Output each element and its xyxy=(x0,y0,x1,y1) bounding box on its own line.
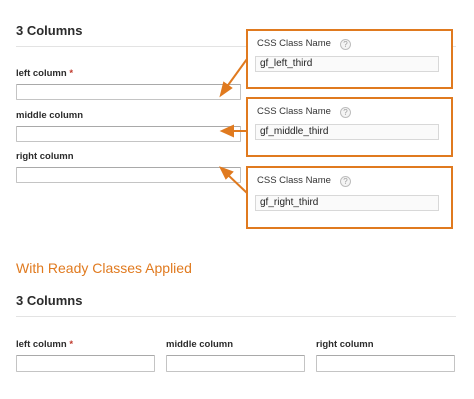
css-class-name-label: CSS Class Name xyxy=(257,175,331,186)
left-column-input[interactable] xyxy=(16,355,155,372)
field-label-left-column: left column * xyxy=(16,339,73,350)
help-icon[interactable]: ? xyxy=(340,176,351,187)
arrow-line-right xyxy=(226,173,248,194)
help-icon[interactable]: ? xyxy=(340,39,351,50)
css-class-name-input[interactable]: gf_right_third xyxy=(255,195,439,211)
ready-classes-heading: With Ready Classes Applied xyxy=(16,260,192,276)
arrow-head-middle xyxy=(219,124,234,138)
section-title: 3 Columns xyxy=(16,293,83,308)
css-class-name-input[interactable]: gf_left_third xyxy=(255,56,439,72)
css-class-callout-middle: CSS Class Name ? gf_middle_third xyxy=(246,97,453,157)
arrow-line-left xyxy=(225,58,248,89)
css-class-name-label: CSS Class Name xyxy=(257,38,331,49)
middle-column-input[interactable] xyxy=(166,355,305,372)
css-class-name-input[interactable]: gf_middle_third xyxy=(255,124,439,140)
help-icon[interactable]: ? xyxy=(340,107,351,118)
divider xyxy=(16,316,456,317)
field-label-text: left column xyxy=(16,339,67,350)
right-column-input[interactable] xyxy=(316,355,455,372)
field-label-middle-column: middle column xyxy=(166,339,234,350)
field-label-right-column: right column xyxy=(316,339,374,350)
css-class-name-label: CSS Class Name xyxy=(257,106,331,117)
required-mark: * xyxy=(69,339,74,350)
css-class-callout-left: CSS Class Name ? gf_left_third xyxy=(246,29,453,89)
css-class-callout-right: CSS Class Name ? gf_right_third xyxy=(246,166,453,229)
